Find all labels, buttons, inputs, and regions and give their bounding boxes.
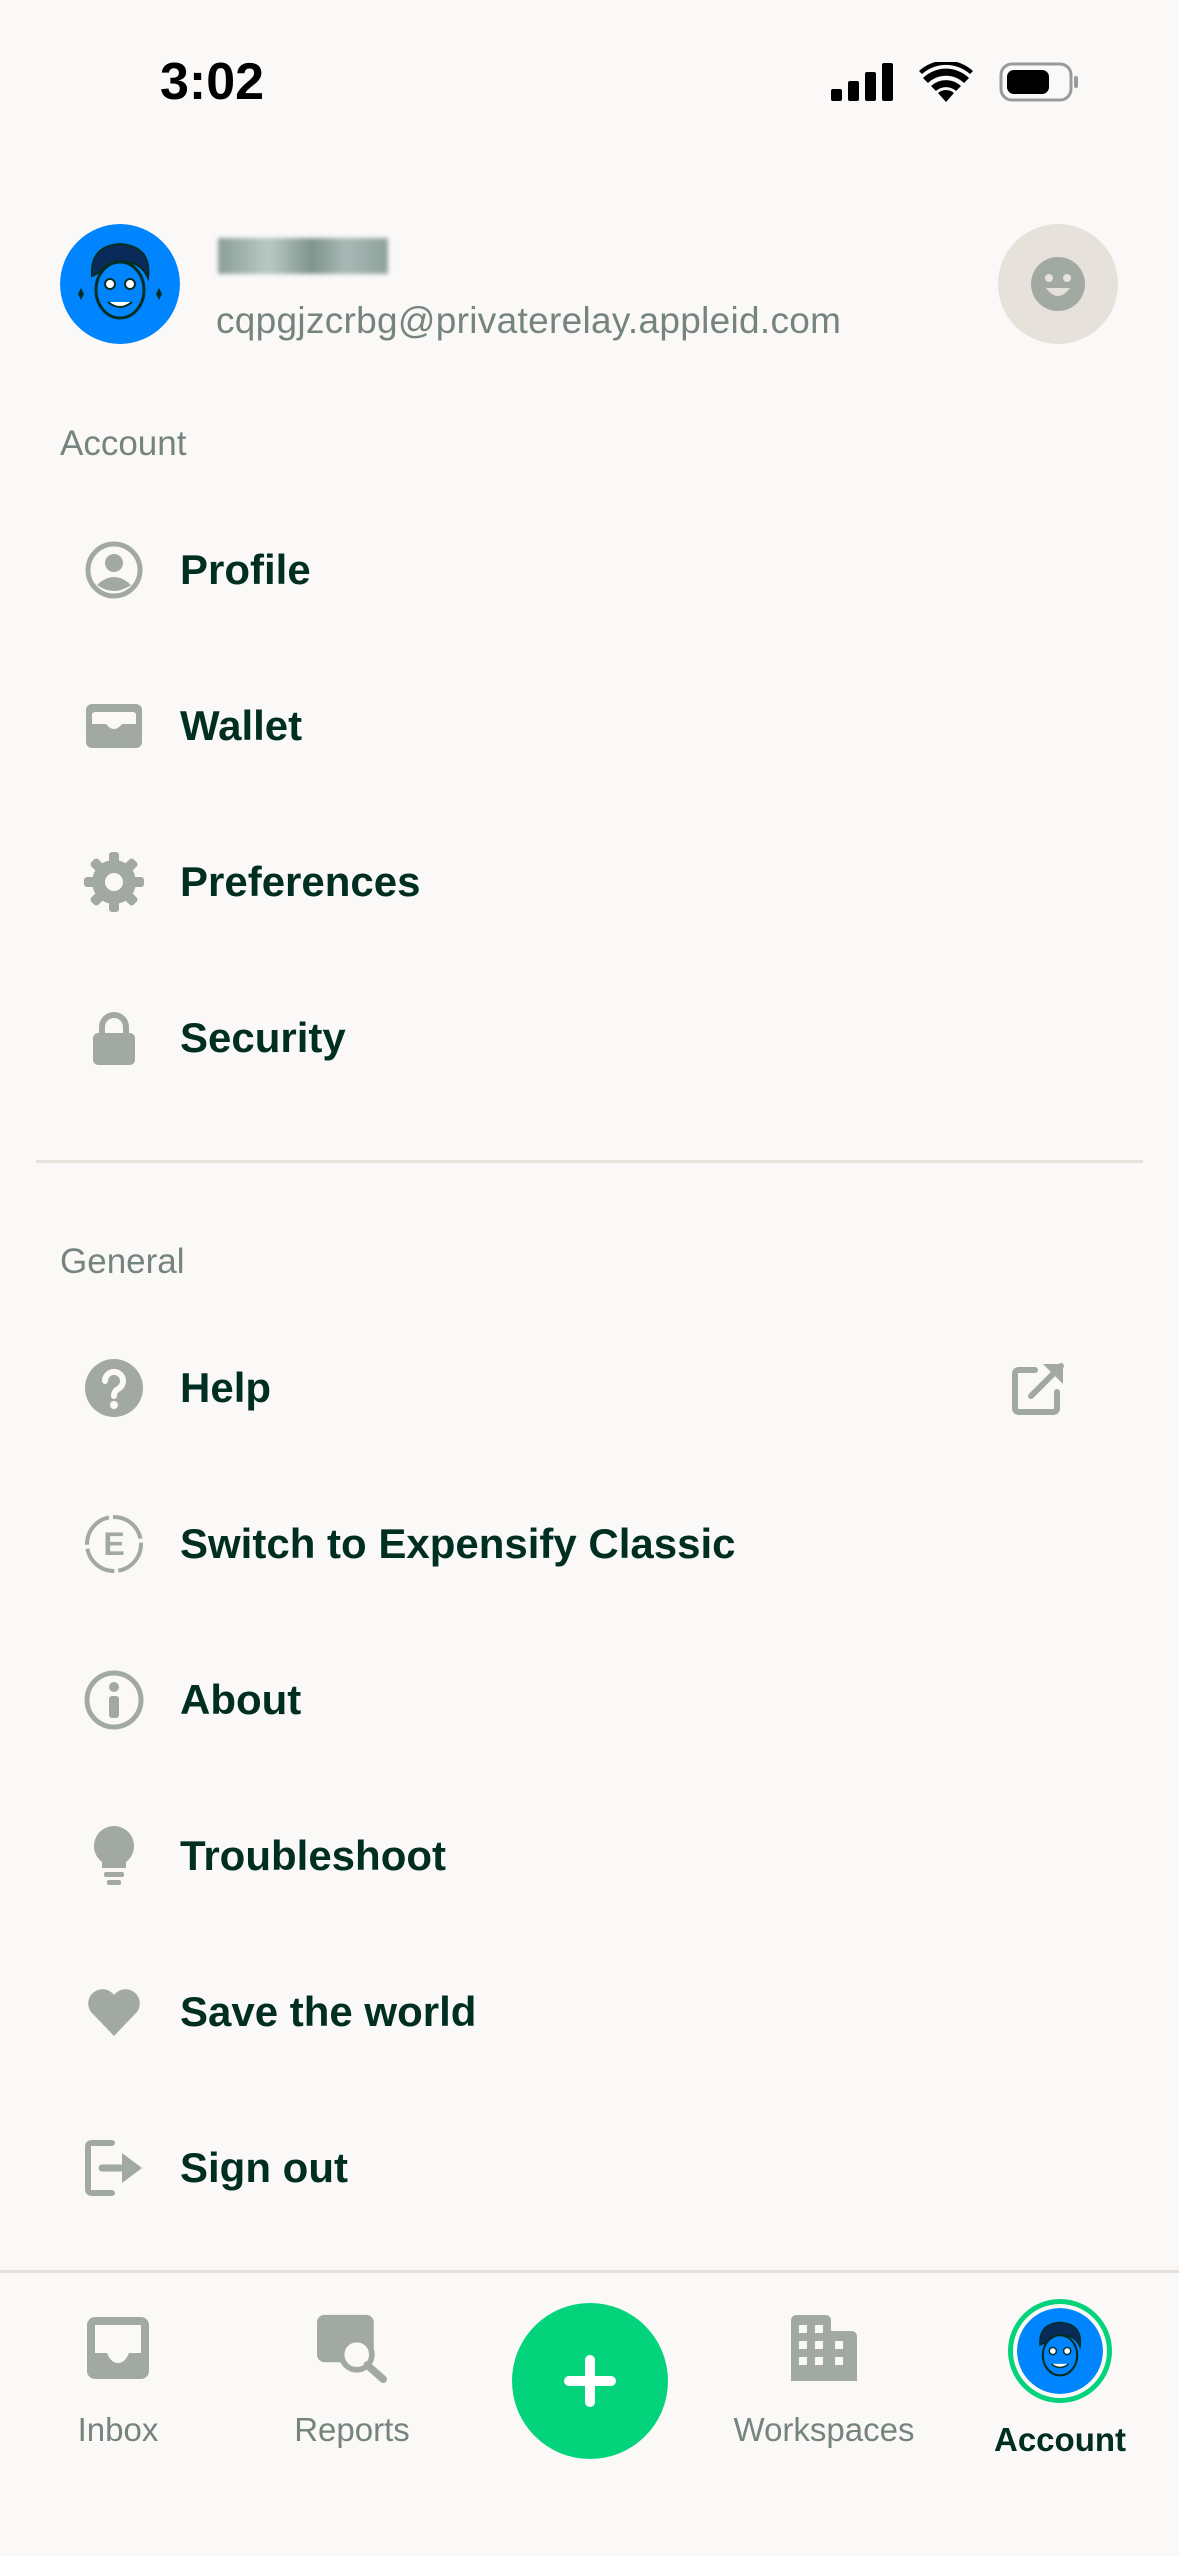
building-icon — [789, 2313, 859, 2383]
signal-icon — [831, 63, 893, 101]
menu-item-label: Sign out — [180, 2144, 348, 2191]
svg-text:E: E — [103, 1526, 124, 1562]
tab-label: Inbox — [77, 2411, 159, 2448]
menu-item-help[interactable]: Help — [0, 1310, 1179, 1466]
reports-icon — [317, 2313, 387, 2383]
external-link-icon — [1011, 1360, 1067, 1416]
menu-item-label: Troubleshoot — [180, 1832, 446, 1879]
lock-icon — [82, 1006, 146, 1070]
account-screen: 3:02 cqpgjzcrbg@privaterelay.appleid.com… — [0, 0, 1179, 2556]
menu-item-profile[interactable]: Profile — [0, 492, 1179, 648]
menu-item-label: Save the world — [180, 1988, 477, 2035]
tab-label: Reports — [294, 2411, 410, 2448]
info-icon — [82, 1668, 146, 1732]
section-title-account: Account — [60, 424, 187, 463]
bottom-tab-bar: Inbox Reports Workspaces Account — [0, 2270, 1179, 2556]
tab-account[interactable]: Account — [960, 2299, 1160, 2473]
heart-icon — [82, 1980, 146, 2044]
section-divider — [36, 1160, 1143, 1163]
tab-reports[interactable]: Reports — [252, 2313, 452, 2473]
wifi-icon — [919, 62, 973, 102]
profile-icon — [82, 538, 146, 602]
tab-workspaces[interactable]: Workspaces — [724, 2313, 924, 2473]
question-icon — [82, 1356, 146, 1420]
menu-item-label: Switch to Expensify Classic — [180, 1520, 736, 1567]
gear-icon — [82, 850, 146, 914]
expensify-classic-icon: E — [82, 1512, 146, 1576]
create-fab-button[interactable] — [512, 2303, 668, 2459]
menu-item-wallet[interactable]: Wallet — [0, 648, 1179, 804]
display-name-redacted — [218, 238, 388, 274]
menu-item-save-the-world[interactable]: Save the world — [0, 1934, 1179, 2090]
menu-item-sign-out[interactable]: Sign out — [0, 2090, 1179, 2246]
tab-label: Account — [994, 2421, 1126, 2458]
menu-item-label: About — [180, 1676, 302, 1723]
inbox-icon — [83, 2313, 153, 2383]
menu-item-about[interactable]: About — [0, 1622, 1179, 1778]
menu-item-switch-classic[interactable]: E Switch to Expensify Classic — [0, 1466, 1179, 1622]
menu-item-label: Preferences — [180, 858, 421, 905]
wallet-icon — [82, 694, 146, 758]
set-status-button[interactable] — [998, 224, 1118, 344]
menu-item-troubleshoot[interactable]: Troubleshoot — [0, 1778, 1179, 1934]
section-title-general: General — [60, 1242, 185, 1281]
menu-item-label: Profile — [180, 546, 311, 593]
status-icons — [831, 62, 1079, 102]
lightbulb-icon — [82, 1824, 146, 1888]
sign-out-icon — [82, 2136, 146, 2200]
menu-item-preferences[interactable]: Preferences — [0, 804, 1179, 960]
menu-item-security[interactable]: Security — [0, 960, 1179, 1116]
plus-icon — [564, 2355, 616, 2407]
avatar[interactable] — [60, 224, 180, 344]
tab-label: Workspaces — [733, 2411, 915, 2448]
status-time: 3:02 — [160, 53, 265, 111]
smiley-icon — [1031, 257, 1085, 311]
menu-item-label: Help — [180, 1364, 272, 1411]
menu-item-label: Security — [180, 1014, 346, 1061]
battery-icon — [999, 62, 1078, 102]
menu-item-label: Wallet — [180, 702, 303, 749]
account-email: cqpgjzcrbg@privaterelay.appleid.com — [216, 300, 842, 341]
tab-account-avatar — [1008, 2299, 1112, 2403]
tab-inbox[interactable]: Inbox — [18, 2313, 218, 2473]
